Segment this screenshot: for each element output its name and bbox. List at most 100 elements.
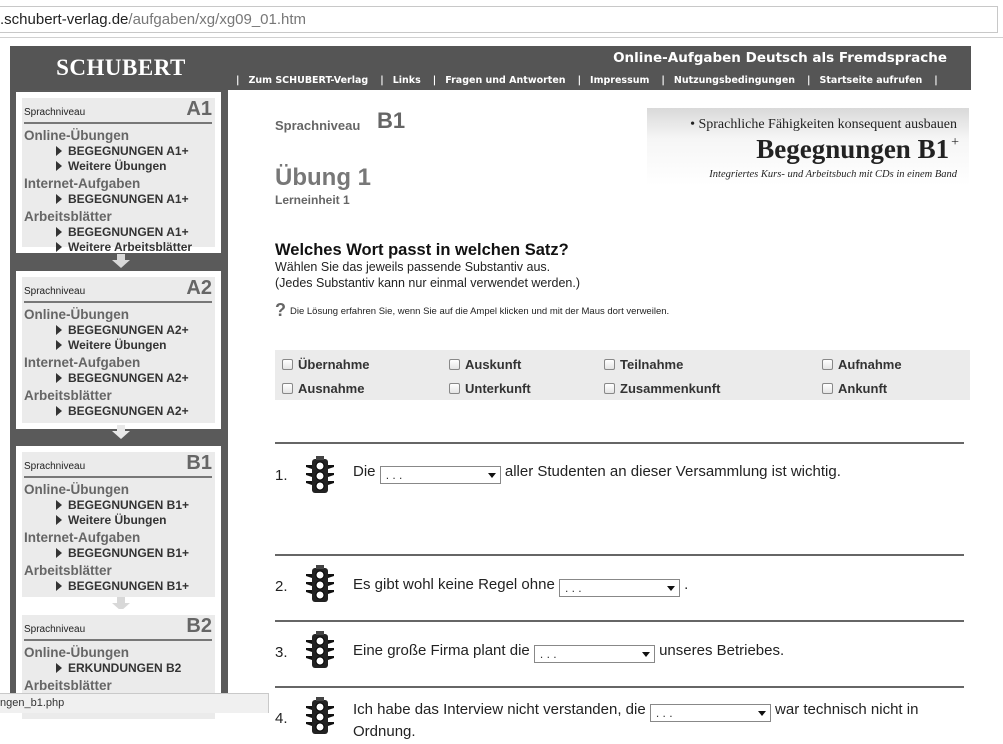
level-code: A2 — [186, 277, 212, 299]
level-panel: Sprachniveau A1 Online-Übungen BEGEGNUNG… — [22, 98, 215, 254]
checkbox[interactable] — [449, 383, 460, 394]
checkbox[interactable] — [282, 359, 293, 370]
divider — [275, 620, 964, 622]
sidebar-link[interactable]: Weitere Übungen — [56, 513, 166, 527]
page-frame: SCHUBERT Online-Aufgaben Deutsch als Fre… — [10, 46, 971, 740]
nav-link-home[interactable]: Startseite aufrufen — [820, 75, 923, 86]
sidebar: Sprachniveau A1 Online-Übungen BEGEGNUNG… — [10, 90, 228, 719]
sidebar-link[interactable]: BEGEGNUNGEN A1+ — [56, 192, 189, 206]
brand-logo[interactable]: SCHUBERT — [10, 46, 232, 90]
section-title: Internet-Aufgaben — [24, 530, 141, 545]
item-number: 2. — [275, 578, 288, 595]
triangle-right-icon — [56, 194, 62, 204]
checkbox[interactable] — [449, 359, 460, 370]
level-label: Sprachniveau — [275, 118, 361, 133]
word-checkbox[interactable]: Zusammenkunft — [604, 381, 720, 396]
word-checkbox[interactable]: Unterkunft — [449, 381, 531, 396]
triangle-right-icon — [56, 663, 62, 673]
triangle-right-icon — [56, 581, 62, 591]
url-host: .schubert-verlag.de — [0, 11, 129, 28]
word-checkbox[interactable]: Übernahme — [282, 357, 370, 372]
sidebar-link[interactable]: BEGEGNUNGEN B1+ — [56, 579, 189, 593]
exercise-item: 2. Es gibt wohl keine Regel ohne . . . . — [275, 564, 965, 612]
sidebar-link[interactable]: Weitere Arbeitsblätter — [56, 240, 192, 254]
chevron-down-icon — [666, 586, 675, 591]
checkbox[interactable] — [822, 359, 833, 370]
hint-label: Die Lösung erfahren Sie, wenn Sie auf di… — [290, 306, 670, 317]
nav-link-faq[interactable]: Fragen und Antworten — [445, 75, 565, 86]
traffic-light-icon[interactable] — [300, 630, 340, 670]
word-checkbox[interactable]: Teilnahme — [604, 357, 683, 372]
triangle-right-icon — [56, 340, 62, 350]
sentence: Eine große Firma plant die . . . unseres… — [353, 641, 965, 663]
triangle-right-icon — [56, 242, 62, 252]
address-bar[interactable]: .schubert-verlag.de/aufgaben/xg/xg09_01.… — [0, 6, 998, 33]
section-title: Online-Übungen — [24, 307, 129, 322]
chevron-down-icon — [641, 652, 650, 657]
traffic-light-icon[interactable] — [300, 564, 340, 604]
exercise-item: 3. Eine große Firma plant die . . . unse… — [275, 630, 965, 678]
word-checkbox[interactable]: Ausnahme — [282, 381, 364, 396]
word-checkbox[interactable]: Ankunft — [822, 381, 887, 396]
triangle-right-icon — [56, 325, 62, 335]
answer-select[interactable]: . . . — [379, 466, 501, 484]
item-number: 3. — [275, 644, 288, 661]
link-label: BEGEGNUNGEN A2+ — [68, 323, 189, 337]
level-divider — [24, 122, 212, 124]
link-label: Weitere Arbeitsblätter — [68, 240, 193, 254]
section-title: Online-Übungen — [24, 128, 129, 143]
sidebar-link[interactable]: BEGEGNUNGEN B1+ — [56, 546, 189, 560]
sidebar-link[interactable]: BEGEGNUNGEN A2+ — [56, 323, 189, 337]
level-label: Sprachniveau — [24, 624, 86, 635]
level-code: B1 — [377, 108, 406, 133]
nav-link-impressum[interactable]: Impressum — [590, 75, 649, 86]
sidebar-link[interactable]: BEGEGNUNGEN A2+ — [56, 404, 189, 418]
sentence-start: Ich habe das Interview nicht verstanden,… — [353, 701, 646, 718]
section-title: Online-Übungen — [24, 645, 129, 660]
checkbox[interactable] — [822, 383, 833, 394]
sidebar-link[interactable]: BEGEGNUNGEN A1+ — [56, 144, 189, 158]
word-checkbox[interactable]: Aufnahme — [822, 357, 902, 372]
book-promo-banner[interactable]: • Sprachliche Fähigkeiten konsequent aus… — [647, 108, 969, 186]
select-value: . . . — [655, 706, 673, 720]
exercise-item: 4. Ich habe das Interview nicht verstand… — [275, 696, 965, 744]
word-bank: Übernahme Auskunft Teilnahme Aufnahme Au… — [275, 350, 970, 400]
section-title: Online-Übungen — [24, 482, 129, 497]
nav-link-verlag[interactable]: Zum SCHUBERT-Verlag — [248, 75, 368, 86]
link-label: Weitere Übungen — [68, 338, 167, 352]
sidebar-link[interactable]: Weitere Übungen — [56, 338, 166, 352]
level-divider — [24, 639, 212, 641]
triangle-right-icon — [56, 373, 62, 383]
sidebar-link[interactable]: Weitere Übungen — [56, 159, 166, 173]
traffic-light-icon[interactable] — [300, 455, 340, 495]
answer-select[interactable]: . . . — [558, 579, 680, 597]
nav-link-terms[interactable]: Nutzungsbedingungen — [674, 75, 795, 86]
sentence-start: Eine große Firma plant die — [353, 642, 530, 659]
nav-link-links[interactable]: Links — [393, 75, 421, 86]
select-value: . . . — [539, 647, 557, 661]
link-label: Weitere Übungen — [68, 159, 167, 173]
checkbox[interactable] — [604, 383, 615, 394]
word-label: Unterkunft — [465, 381, 531, 396]
divider — [275, 686, 964, 688]
site-header: SCHUBERT Online-Aufgaben Deutsch als Fre… — [10, 46, 971, 90]
checkbox[interactable] — [604, 359, 615, 370]
promo-subtitle: Integriertes Kurs- und Arbeitsbuch mit C… — [709, 169, 957, 180]
word-label: Teilnahme — [620, 357, 684, 372]
sidebar-link[interactable]: BEGEGNUNGEN B1+ — [56, 498, 189, 512]
sidebar-link[interactable]: BEGEGNUNGEN A2+ — [56, 371, 189, 385]
answer-select[interactable]: . . . — [649, 704, 771, 722]
traffic-light-icon[interactable] — [300, 696, 340, 736]
checkbox[interactable] — [282, 383, 293, 394]
sidebar-link[interactable]: ERKUNDUNGEN B2 — [56, 661, 181, 675]
link-label: BEGEGNUNGEN B1+ — [68, 498, 190, 512]
sentence: Es gibt wohl keine Regel ohne . . . . — [353, 575, 965, 597]
item-number: 1. — [275, 467, 288, 484]
word-checkbox[interactable]: Auskunft — [449, 357, 521, 372]
answer-select[interactable]: . . . — [533, 645, 655, 663]
section-title: Internet-Aufgaben — [24, 355, 141, 370]
link-label: BEGEGNUNGEN B1+ — [68, 546, 190, 560]
triangle-right-icon — [56, 146, 62, 156]
level-code: A1 — [186, 98, 212, 120]
sidebar-link[interactable]: BEGEGNUNGEN A1+ — [56, 225, 189, 239]
